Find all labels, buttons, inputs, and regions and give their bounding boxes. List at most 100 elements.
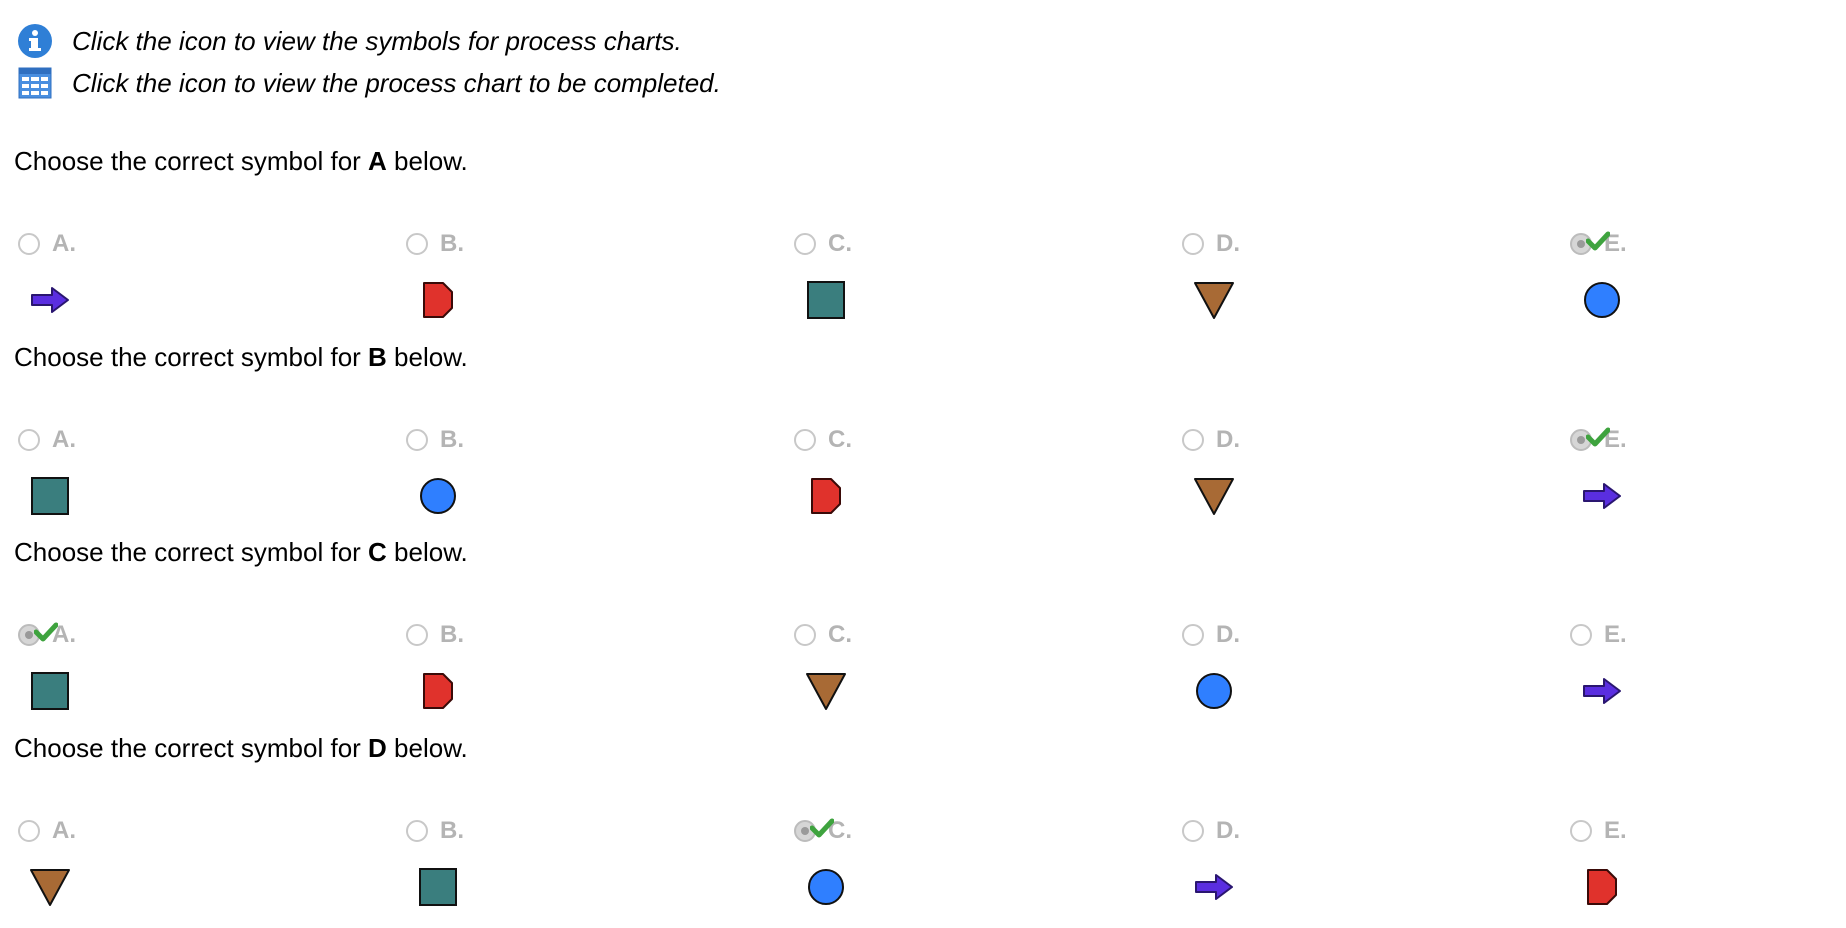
option-header: E. bbox=[1566, 422, 1846, 458]
page: Click the icon to view the symbols for p… bbox=[0, 0, 1846, 928]
radio-button[interactable] bbox=[794, 624, 816, 646]
info-icon[interactable] bbox=[16, 22, 54, 60]
option-a-c[interactable]: C. bbox=[790, 226, 1090, 336]
option-letter: B. bbox=[440, 817, 464, 844]
radio-button[interactable] bbox=[1182, 233, 1204, 255]
question-prompt-a: Choose the correct symbol for A below. bbox=[14, 146, 468, 177]
radio-button[interactable] bbox=[794, 233, 816, 255]
options-row-a: A. B. C. D. E. bbox=[0, 226, 1846, 336]
circle-icon bbox=[804, 865, 848, 909]
delay-d-icon bbox=[416, 278, 460, 322]
option-letter: E. bbox=[1604, 621, 1627, 648]
triangle-icon bbox=[28, 865, 72, 909]
option-header: E. bbox=[1566, 226, 1846, 262]
radio-button[interactable] bbox=[1570, 624, 1592, 646]
square-icon bbox=[804, 278, 848, 322]
radio-button[interactable] bbox=[1182, 624, 1204, 646]
question-target-label: B bbox=[368, 342, 387, 372]
option-letter: E. bbox=[1604, 817, 1627, 844]
option-d-b[interactable]: B. bbox=[402, 813, 702, 923]
circle-icon bbox=[1192, 669, 1236, 713]
radio-button[interactable] bbox=[406, 624, 428, 646]
question-suffix: below. bbox=[386, 537, 468, 567]
square-icon bbox=[28, 474, 72, 518]
option-header: C. bbox=[790, 813, 1090, 849]
radio-button[interactable] bbox=[794, 429, 816, 451]
question-prefix: Choose the correct symbol for bbox=[14, 733, 369, 763]
option-c-b[interactable]: B. bbox=[402, 617, 702, 727]
option-header: D. bbox=[1178, 813, 1478, 849]
option-a-e[interactable]: E. bbox=[1566, 226, 1846, 336]
option-header: E. bbox=[1566, 617, 1846, 653]
radio-button[interactable] bbox=[1570, 820, 1592, 842]
option-c-c[interactable]: C. bbox=[790, 617, 1090, 727]
options-row-c: A. B. C. D. E. bbox=[0, 617, 1846, 727]
options-row-b: A. B. C. D. E. bbox=[0, 422, 1846, 532]
option-letter: B. bbox=[440, 621, 464, 648]
option-a-d[interactable]: D. bbox=[1178, 226, 1478, 336]
option-d-a[interactable]: A. bbox=[14, 813, 314, 923]
delay-d-icon bbox=[1580, 865, 1624, 909]
chart-info-line: Click the icon to view the process chart… bbox=[16, 64, 721, 102]
option-header: B. bbox=[402, 422, 702, 458]
table-grid-icon[interactable] bbox=[16, 64, 54, 102]
option-a-b[interactable]: B. bbox=[402, 226, 702, 336]
checkmark-icon bbox=[1585, 231, 1611, 251]
radio-button[interactable] bbox=[18, 429, 40, 451]
symbols-info-text: Click the icon to view the symbols for p… bbox=[72, 25, 682, 56]
option-b-e[interactable]: E. bbox=[1566, 422, 1846, 532]
radio-button[interactable] bbox=[406, 429, 428, 451]
option-c-d[interactable]: D. bbox=[1178, 617, 1478, 727]
radio-button[interactable] bbox=[406, 233, 428, 255]
circle-icon bbox=[1580, 278, 1624, 322]
arrow-icon bbox=[28, 278, 72, 322]
radio-button[interactable] bbox=[1182, 820, 1204, 842]
option-header: E. bbox=[1566, 813, 1846, 849]
question-prefix: Choose the correct symbol for bbox=[14, 342, 369, 372]
radio-button[interactable] bbox=[18, 820, 40, 842]
option-letter: C. bbox=[828, 621, 852, 648]
option-b-c[interactable]: C. bbox=[790, 422, 1090, 532]
option-letter: C. bbox=[828, 230, 852, 257]
radio-button[interactable] bbox=[406, 820, 428, 842]
radio-button[interactable] bbox=[794, 818, 835, 842]
radio-button[interactable] bbox=[18, 233, 40, 255]
option-b-a[interactable]: A. bbox=[14, 422, 314, 532]
option-b-d[interactable]: D. bbox=[1178, 422, 1478, 532]
symbols-info-line: Click the icon to view the symbols for p… bbox=[16, 22, 682, 60]
question-target-label: D bbox=[368, 733, 387, 763]
option-c-e[interactable]: E. bbox=[1566, 617, 1846, 727]
option-c-a[interactable]: A. bbox=[14, 617, 314, 727]
option-d-e[interactable]: E. bbox=[1566, 813, 1846, 923]
radio-button[interactable] bbox=[1570, 231, 1611, 255]
option-header: A. bbox=[14, 226, 314, 262]
radio-button[interactable] bbox=[1182, 429, 1204, 451]
option-header: A. bbox=[14, 617, 314, 653]
option-header: B. bbox=[402, 226, 702, 262]
option-header: C. bbox=[790, 422, 1090, 458]
option-header: C. bbox=[790, 226, 1090, 262]
option-d-c[interactable]: C. bbox=[790, 813, 1090, 923]
option-b-b[interactable]: B. bbox=[402, 422, 702, 532]
question-prefix: Choose the correct symbol for bbox=[14, 146, 369, 176]
option-letter: D. bbox=[1216, 817, 1240, 844]
question-prompt-d: Choose the correct symbol for D below. bbox=[14, 733, 468, 764]
square-icon bbox=[28, 669, 72, 713]
arrow-icon bbox=[1580, 669, 1624, 713]
option-d-d[interactable]: D. bbox=[1178, 813, 1478, 923]
question-target-label: C bbox=[368, 537, 387, 567]
question-prompt-b: Choose the correct symbol for B below. bbox=[14, 342, 468, 373]
question-prompt-c: Choose the correct symbol for C below. bbox=[14, 537, 468, 568]
option-a-a[interactable]: A. bbox=[14, 226, 314, 336]
option-letter: A. bbox=[52, 230, 76, 257]
radio-button[interactable] bbox=[18, 622, 59, 646]
option-header: D. bbox=[1178, 617, 1478, 653]
option-header: B. bbox=[402, 617, 702, 653]
option-letter: B. bbox=[440, 426, 464, 453]
delay-d-icon bbox=[804, 474, 848, 518]
checkmark-icon bbox=[1585, 427, 1611, 447]
radio-button[interactable] bbox=[1570, 427, 1611, 451]
square-icon bbox=[416, 865, 460, 909]
delay-d-icon bbox=[416, 669, 460, 713]
option-header: B. bbox=[402, 813, 702, 849]
